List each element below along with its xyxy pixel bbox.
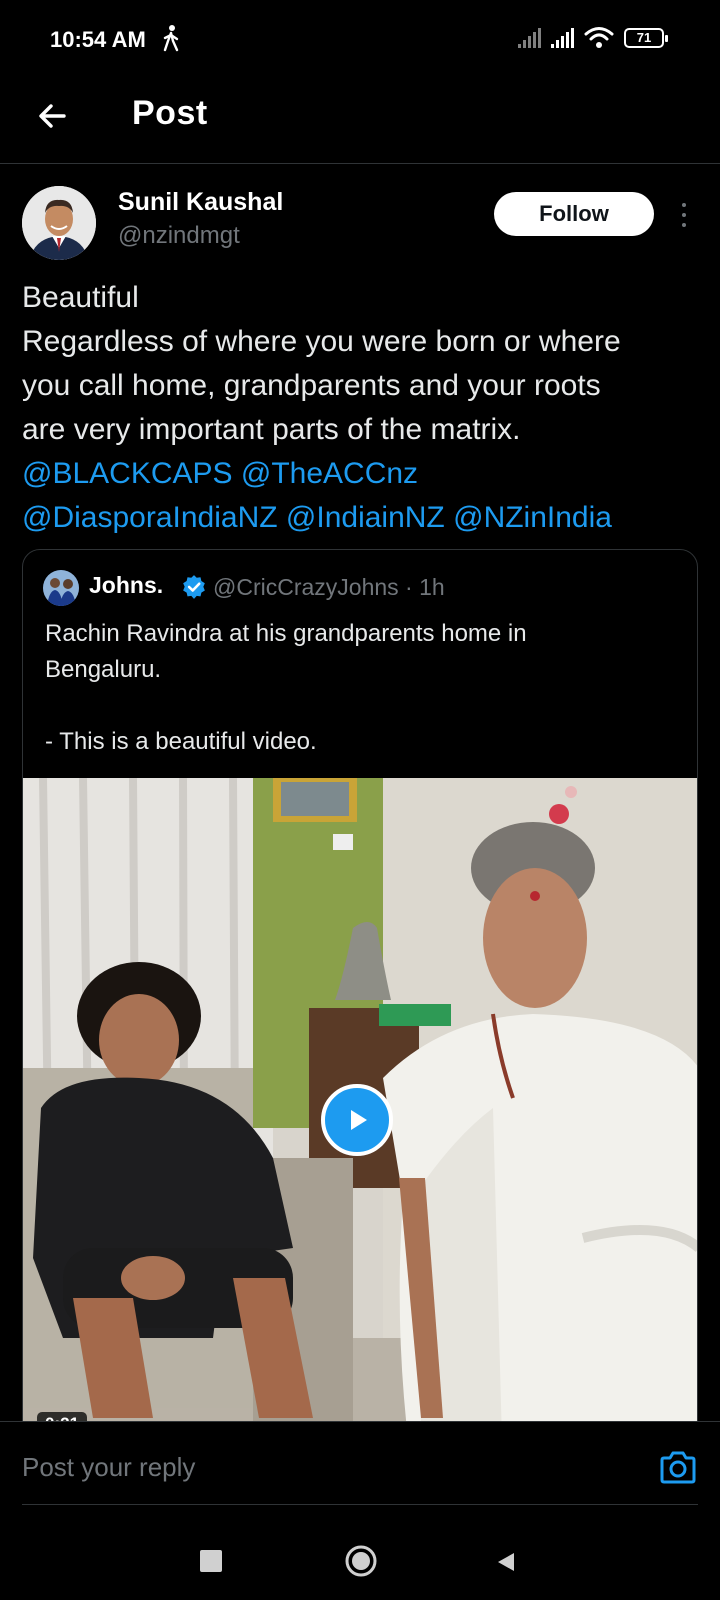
- status-icons: 71: [518, 26, 668, 50]
- quote-avatar[interactable]: [43, 570, 79, 606]
- wifi-icon: [584, 27, 614, 48]
- post-body: Beautiful Regardless of where you were b…: [22, 276, 712, 540]
- quoted-post[interactable]: Johns. @CricCrazyJohns · 1h Rachin Ravin…: [22, 549, 698, 1449]
- quote-text-line: [45, 688, 685, 724]
- signal-icon: [551, 28, 574, 48]
- mention-link[interactable]: @IndiainNZ: [286, 501, 445, 534]
- home-button[interactable]: [344, 1544, 378, 1578]
- verified-badge-icon: [183, 575, 205, 599]
- walking-icon: [163, 25, 179, 52]
- post-text-line: are very important parts of the matrix.: [22, 413, 521, 446]
- system-back-button[interactable]: [494, 1550, 518, 1574]
- mention-line: @DiasporaIndiaNZ @IndiainNZ @NZinIndia: [22, 496, 712, 540]
- avatar[interactable]: [22, 186, 96, 260]
- system-nav-bar: [0, 1540, 720, 1600]
- profile-photo: [22, 186, 96, 260]
- post-text-line: you call home, grandparents and your roo…: [22, 369, 601, 402]
- top-app-bar: Post: [0, 80, 720, 164]
- recent-apps-button[interactable]: [200, 1550, 222, 1572]
- mention-line: @BLACKCAPS @TheACCnz: [22, 452, 712, 496]
- author-name[interactable]: Sunil Kaushal: [118, 188, 283, 217]
- signal-icon: [518, 28, 541, 48]
- play-icon: [351, 1110, 367, 1130]
- back-button[interactable]: [30, 94, 74, 138]
- video-player[interactable]: 0:21: [23, 778, 697, 1448]
- mention-link[interactable]: @TheACCnz: [241, 457, 418, 490]
- author-handle[interactable]: @nzindmgt: [118, 222, 240, 250]
- page-title: Post: [132, 94, 208, 132]
- arrow-left-icon: [39, 104, 66, 128]
- reply-bar: Post your reply: [0, 1421, 720, 1539]
- post-text-line: Regardless of where you were born or whe…: [22, 325, 621, 358]
- reply-input[interactable]: Post your reply: [22, 1452, 195, 1483]
- mention-link[interactable]: @NZinIndia: [453, 501, 612, 534]
- status-bar: 10:54 AM 71: [0, 0, 720, 80]
- post-text-line: Beautiful: [22, 281, 139, 314]
- profile-photo: [43, 570, 79, 606]
- follow-button[interactable]: Follow: [494, 192, 654, 236]
- quote-author-handle: @CricCrazyJohns · 1h: [213, 574, 445, 600]
- more-vert-icon: [682, 203, 686, 207]
- quote-text-line: Bengaluru.: [45, 656, 162, 683]
- more-options-button[interactable]: [674, 200, 694, 230]
- status-time: 10:54 AM: [50, 27, 146, 52]
- mention-link[interactable]: @DiasporaIndiaNZ: [22, 501, 278, 534]
- quote-body: Rachin Ravindra at his grandparents home…: [45, 616, 685, 760]
- camera-icon[interactable]: [656, 1446, 700, 1490]
- quote-text-line: Rachin Ravindra at his grandparents home…: [45, 620, 527, 647]
- quote-text-line: - This is a beautiful video.: [45, 728, 317, 755]
- play-button[interactable]: [321, 1084, 393, 1156]
- divider: [22, 1504, 698, 1505]
- battery-icon: 71: [624, 28, 668, 48]
- quote-author-name[interactable]: Johns.: [89, 572, 163, 599]
- mention-link[interactable]: @BLACKCAPS: [22, 457, 233, 490]
